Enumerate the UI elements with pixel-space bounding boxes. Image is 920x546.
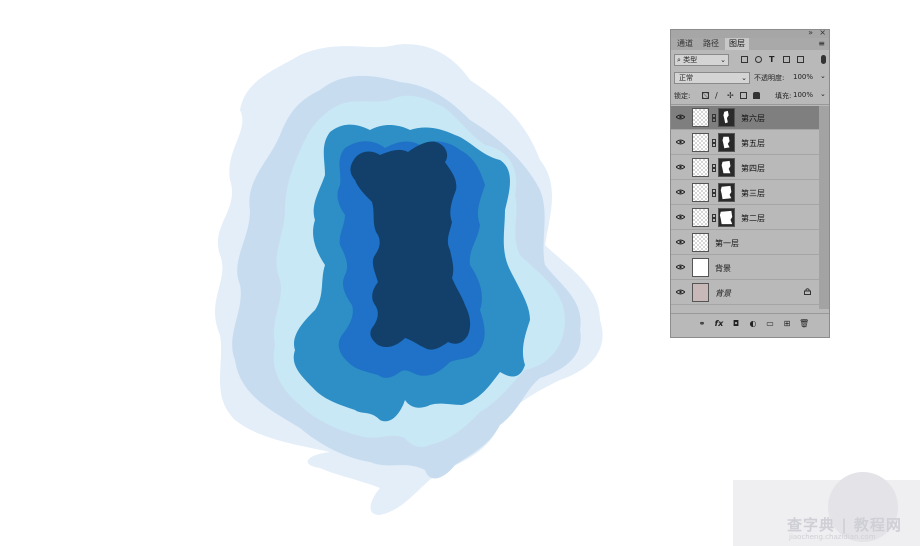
lock-all-icon[interactable] — [753, 92, 760, 99]
eye-icon[interactable] — [676, 264, 685, 270]
chevron-down-icon: ⌄ — [720, 56, 726, 64]
tab-channels[interactable]: 通道 — [673, 38, 697, 50]
layer-thumbnail — [692, 233, 709, 252]
eye-icon[interactable] — [676, 139, 685, 145]
type-filter-icon[interactable]: T — [769, 56, 776, 64]
lock-artboard-icon[interactable] — [740, 92, 747, 99]
watermark-title: 查字典 | 教程网 — [787, 516, 902, 534]
layer-thumbnail — [692, 208, 709, 227]
link-icon — [712, 189, 716, 197]
layer-name[interactable]: 第一层 — [715, 238, 739, 249]
layer-row-6[interactable]: 第六层 — [671, 106, 819, 130]
watermark-url: jiaocheng.chazidian.com — [789, 533, 876, 541]
layer-mask-thumbnail[interactable] — [718, 133, 735, 152]
filter-kind-select[interactable]: ⌕ 类型 ⌄ — [674, 54, 729, 66]
link-icon — [712, 114, 716, 122]
layer-list: 第六层 第五层 第四层 第三层 第二层 第一层 背景 背景 — [671, 106, 819, 309]
adjustment-filter-icon[interactable] — [755, 56, 762, 63]
watermark: 查字典 | 教程网 jiaocheng.chazidian.com — [733, 472, 920, 546]
blend-mode-value: 正常 — [679, 74, 693, 82]
chevron-down-icon: ⌄ — [741, 74, 747, 82]
panel-tabs: 通道 路径 图层 ≡ — [671, 38, 829, 50]
lock-paint-icon[interactable]: ∕ — [715, 92, 722, 100]
panel-menu-icon[interactable]: ≡ — [818, 38, 825, 50]
layer-thumbnail — [692, 133, 709, 152]
adjustment-icon[interactable]: ◐ — [748, 319, 758, 329]
layer-mask-thumbnail[interactable] — [718, 158, 735, 177]
fill-input[interactable]: 100% — [793, 91, 813, 99]
layer-row-3[interactable]: 第三层 — [671, 181, 819, 205]
lock-label: 锁定: — [674, 92, 691, 100]
eye-icon[interactable] — [676, 189, 685, 195]
lock-row: 锁定: ∕ ✢ 填充: 100% ⌄ — [671, 88, 829, 105]
opacity-label: 不透明度: — [754, 74, 785, 82]
panel-bottom-bar: ⚭ fx ◘ ◐ ▭ ⊞ 🗑 — [671, 313, 829, 336]
link-icon[interactable]: ⚭ — [697, 319, 707, 329]
blend-row: 正常 ⌄ 不透明度: 100% ⌄ — [671, 70, 829, 86]
folder-icon[interactable]: ▭ — [765, 319, 775, 329]
trash-icon[interactable]: 🗑 — [799, 319, 809, 329]
layer-thumbnail — [692, 258, 709, 277]
panel-title-bar[interactable]: » × — [671, 28, 829, 38]
collapse-icon[interactable]: » — [808, 28, 813, 37]
link-icon — [712, 214, 716, 222]
layer-mask-thumbnail[interactable] — [718, 183, 735, 202]
layer-row-2[interactable]: 第二层 — [671, 206, 819, 230]
layer-name[interactable]: 第二层 — [741, 213, 765, 224]
lock-transparent-icon[interactable] — [702, 92, 709, 99]
layer-name[interactable]: 第五层 — [741, 138, 765, 149]
layer-row-4[interactable]: 第四层 — [671, 156, 819, 180]
blend-mode-select[interactable]: 正常 ⌄ — [674, 72, 750, 84]
fill-label: 填充: — [775, 92, 792, 100]
lock-move-icon[interactable]: ✢ — [727, 92, 734, 100]
smart-object-filter-icon[interactable] — [797, 56, 804, 63]
eye-icon[interactable] — [676, 164, 685, 170]
eye-icon[interactable] — [676, 214, 685, 220]
layer-thumbnail — [692, 183, 709, 202]
filter-toggle[interactable] — [821, 55, 826, 64]
layer-thumbnail — [692, 108, 709, 127]
mask-icon[interactable]: ◘ — [731, 319, 741, 329]
search-icon: ⌕ — [677, 56, 681, 64]
layer-row-background-white[interactable]: 背景 — [671, 256, 819, 280]
layer-filter-row: ⌕ 类型 ⌄ T — [671, 52, 829, 68]
opacity-dropdown-icon[interactable]: ⌄ — [820, 72, 826, 80]
lock-icon — [804, 288, 811, 295]
link-icon — [712, 139, 716, 147]
layers-panel: » × 通道 路径 图层 ≡ ⌕ 类型 ⌄ T 正常 ⌄ 不透明度: 100% … — [670, 28, 830, 338]
layer-thumbnail — [692, 283, 709, 302]
close-icon[interactable]: × — [819, 28, 826, 37]
layer-name[interactable]: 背景 — [715, 263, 731, 274]
eye-icon[interactable] — [676, 239, 685, 245]
opacity-input[interactable]: 100% — [793, 73, 813, 81]
layer-name[interactable]: 第六层 — [741, 113, 765, 124]
fx-icon[interactable]: fx — [714, 319, 724, 329]
eye-icon[interactable] — [676, 114, 685, 120]
tab-layers[interactable]: 图层 — [725, 38, 749, 50]
layer-name[interactable]: 背景 — [715, 288, 731, 299]
layer-name[interactable]: 第四层 — [741, 163, 765, 174]
layer-row-1[interactable]: 第一层 — [671, 231, 819, 255]
image-filter-icon[interactable] — [741, 56, 748, 63]
link-icon — [712, 164, 716, 172]
filter-kind-label: 类型 — [683, 56, 698, 64]
layer-row-background[interactable]: 背景 — [671, 281, 819, 305]
tab-paths[interactable]: 路径 — [699, 38, 723, 50]
eye-icon[interactable] — [676, 289, 685, 295]
layer-mask-thumbnail[interactable] — [718, 208, 735, 227]
fill-dropdown-icon[interactable]: ⌄ — [820, 90, 826, 98]
layer-thumbnail — [692, 158, 709, 177]
layer-row-5[interactable]: 第五层 — [671, 131, 819, 155]
layer-name[interactable]: 第三层 — [741, 188, 765, 199]
layer-list-scrollbar[interactable] — [819, 106, 829, 309]
layer-mask-thumbnail[interactable] — [718, 108, 735, 127]
new-layer-icon[interactable]: ⊞ — [782, 319, 792, 329]
shape-filter-icon[interactable] — [783, 56, 790, 63]
